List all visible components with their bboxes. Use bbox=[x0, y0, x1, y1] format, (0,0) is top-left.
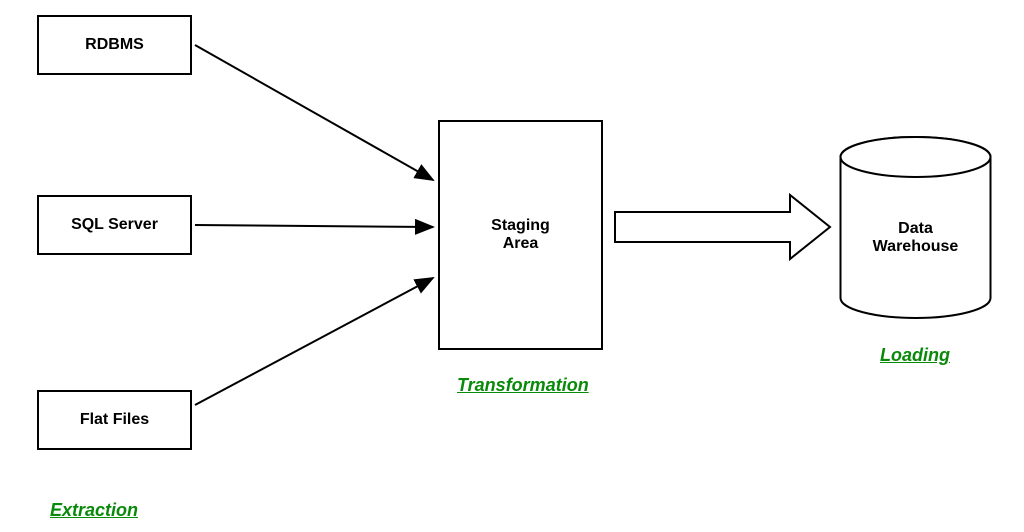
stage-extraction-label: Extraction bbox=[50, 500, 138, 521]
stage-transformation-label: Transformation bbox=[457, 375, 589, 396]
stage-loading-label: Loading bbox=[880, 345, 950, 366]
arrow-sqlserver-to-staging bbox=[195, 225, 433, 227]
staging-label-1: Staging bbox=[491, 217, 550, 235]
arrow-flatfiles-to-staging bbox=[195, 278, 433, 405]
source-sqlserver-label: SQL Server bbox=[71, 216, 158, 234]
source-rdbms-label: RDBMS bbox=[85, 36, 144, 54]
staging-label-2: Area bbox=[503, 235, 539, 253]
source-flatfiles-box: Flat Files bbox=[37, 390, 192, 450]
warehouse-label-1: Data bbox=[838, 220, 993, 238]
warehouse-label-2: Warehouse bbox=[838, 238, 993, 256]
data-warehouse-cylinder: Data Warehouse bbox=[838, 135, 993, 320]
staging-area-box: Staging Area bbox=[438, 120, 603, 350]
source-flatfiles-label: Flat Files bbox=[80, 411, 149, 429]
source-rdbms-box: RDBMS bbox=[37, 15, 192, 75]
block-arrow-staging-to-warehouse bbox=[615, 195, 830, 259]
source-sqlserver-box: SQL Server bbox=[37, 195, 192, 255]
arrow-rdbms-to-staging bbox=[195, 45, 433, 180]
